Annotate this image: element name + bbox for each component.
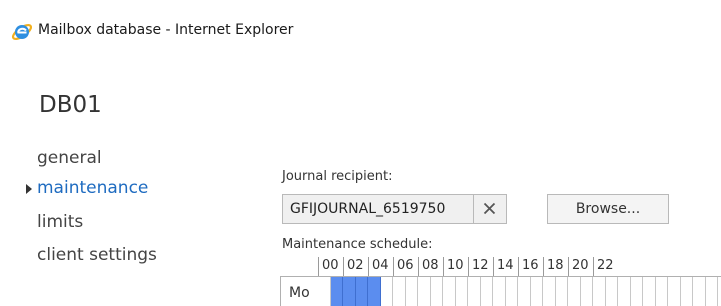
schedule-cell-mo-00[interactable]: [318, 277, 331, 306]
hour-label-02: 02: [347, 258, 364, 273]
window-title: Mailbox database - Internet Explorer: [38, 22, 294, 38]
schedule-cell-mo-15[interactable]: [506, 277, 518, 306]
hour-label-10: 10: [447, 258, 464, 273]
schedule-grid-left-border: [280, 276, 281, 306]
hour-tick: [443, 257, 444, 276]
clear-journal-button[interactable]: [473, 195, 506, 223]
schedule-cell-mo-22[interactable]: [593, 277, 606, 306]
schedule-cell-mo-13[interactable]: [481, 277, 493, 306]
schedule-cell-mo-05[interactable]: [381, 277, 393, 306]
schedule-cell-mo-10[interactable]: [443, 277, 456, 306]
nav-item-general[interactable]: general: [37, 148, 102, 168]
schedule-cell-mo-30[interactable]: [693, 277, 706, 306]
schedule-day-label-mo: Mo: [289, 285, 310, 301]
journal-recipient-label: Journal recipient:: [282, 169, 393, 184]
page-title: DB01: [39, 92, 102, 118]
hour-label-04: 04: [372, 258, 389, 273]
schedule-cell-mo-26[interactable]: [643, 277, 656, 306]
hour-tick: [543, 257, 544, 276]
schedule-cell-mo-27[interactable]: [656, 277, 668, 306]
hour-tick: [568, 257, 569, 276]
schedule-cell-mo-19[interactable]: [556, 277, 568, 306]
journal-recipient-value: GFIJOURNAL_6519750: [290, 201, 446, 217]
schedule-cell-mo-11[interactable]: [456, 277, 468, 306]
browse-button[interactable]: Browse...: [547, 194, 669, 224]
nav-item-maintenance[interactable]: maintenance: [37, 178, 148, 198]
schedule-cell-mo-25[interactable]: [631, 277, 643, 306]
hour-label-18: 18: [547, 258, 564, 273]
schedule-cell-mo-14[interactable]: [493, 277, 506, 306]
hour-tick: [318, 257, 319, 276]
hour-label-16: 16: [522, 258, 539, 273]
schedule-cell-mo-20[interactable]: [568, 277, 581, 306]
schedule-cell-mo-31[interactable]: [706, 277, 718, 306]
close-icon: [483, 202, 496, 215]
hour-label-12: 12: [472, 258, 489, 273]
hour-label-14: 14: [497, 258, 514, 273]
journal-recipient-field[interactable]: GFIJOURNAL_6519750: [282, 194, 507, 224]
schedule-cell-mo-06[interactable]: [393, 277, 406, 306]
hour-tick: [368, 257, 369, 276]
hour-label-00: 00: [322, 258, 339, 273]
schedule-cell-mo-28[interactable]: [668, 277, 681, 306]
schedule-cell-mo-04[interactable]: [368, 277, 381, 306]
nav-selected-arrow-icon: [26, 184, 32, 194]
schedule-cell-mo-23[interactable]: [606, 277, 618, 306]
schedule-cell-mo-24[interactable]: [618, 277, 631, 306]
nav-item-client-settings[interactable]: client settings: [37, 245, 157, 265]
window-titlebar: Mailbox database - Internet Explorer: [0, 0, 721, 62]
maintenance-schedule-label: Maintenance schedule:: [282, 237, 433, 252]
schedule-cell-mo-29[interactable]: [681, 277, 693, 306]
hour-tick: [468, 257, 469, 276]
hour-tick: [418, 257, 419, 276]
schedule-cell-mo-21[interactable]: [581, 277, 593, 306]
schedule-cell-mo-18[interactable]: [543, 277, 556, 306]
schedule-cell-mo-16[interactable]: [518, 277, 531, 306]
schedule-cell-mo-09[interactable]: [431, 277, 443, 306]
hour-tick: [593, 257, 594, 276]
hour-tick: [518, 257, 519, 276]
hour-label-08: 08: [422, 258, 439, 273]
schedule-cell-mo-02[interactable]: [343, 277, 356, 306]
internet-explorer-icon: [11, 23, 33, 41]
hour-tick: [493, 257, 494, 276]
schedule-cell-mo-03[interactable]: [356, 277, 368, 306]
hour-label-20: 20: [572, 258, 589, 273]
hour-label-06: 06: [397, 258, 414, 273]
schedule-cell-mo-07[interactable]: [406, 277, 418, 306]
hour-tick: [393, 257, 394, 276]
schedule-cell-mo-17[interactable]: [531, 277, 543, 306]
schedule-cell-mo-12[interactable]: [468, 277, 481, 306]
nav-item-limits[interactable]: limits: [37, 212, 83, 232]
schedule-cell-mo-01[interactable]: [331, 277, 343, 306]
hour-tick: [343, 257, 344, 276]
hour-label-22: 22: [597, 258, 614, 273]
schedule-cell-mo-08[interactable]: [418, 277, 431, 306]
